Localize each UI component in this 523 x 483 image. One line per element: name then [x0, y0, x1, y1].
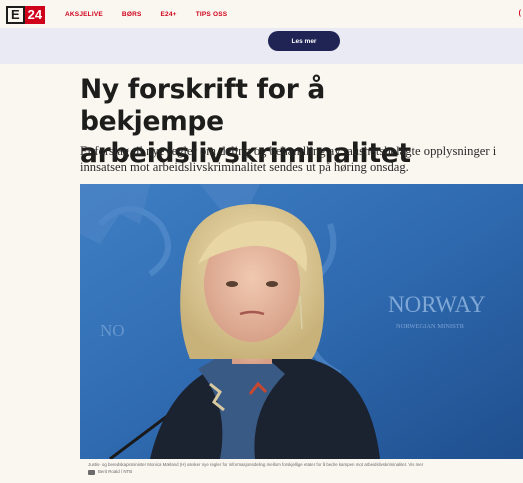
e24-logo[interactable]: E 24: [6, 6, 46, 24]
nav-menu: AKSJELIVE BØRS E24+ TIPS OSS: [65, 11, 227, 18]
nav-item-e24plus[interactable]: E24+: [161, 11, 177, 18]
photo-illustration: NORWAY NORWEGIAN MINISTR NO: [80, 184, 523, 459]
photo-credit: Berit Roald / NTB: [88, 469, 132, 475]
nav-edge-fragment: (: [518, 10, 521, 17]
article-photo[interactable]: NORWAY NORWEGIAN MINISTR NO: [80, 184, 523, 459]
photo-text-norway: NORWAY: [388, 292, 486, 317]
nav-item-aksjelive[interactable]: AKSJELIVE: [65, 11, 103, 18]
read-more-button[interactable]: Les mer: [268, 31, 340, 51]
photo-credit-text: Berit Roald / NTB: [98, 469, 133, 474]
article-lead: Et forslag til nye regler om deling og b…: [80, 144, 497, 174]
photo-text-ministry: NORWEGIAN MINISTR: [396, 323, 465, 330]
top-navigation: E 24 AKSJELIVE BØRS E24+ TIPS OSS (: [0, 0, 523, 30]
promo-banner: Les mer: [0, 28, 523, 64]
photo-text-left: NO: [100, 321, 125, 340]
nav-item-bors[interactable]: BØRS: [122, 11, 142, 18]
article-page: E 24 AKSJELIVE BØRS E24+ TIPS OSS ( Les …: [0, 0, 523, 483]
headline-line-1: Ny forskrift for å: [80, 74, 325, 105]
camera-icon: [88, 469, 95, 475]
logo-e-mark: E: [6, 6, 25, 24]
logo-24-mark: 24: [24, 6, 46, 24]
photo-caption: Justis- og beredskapsminister Monica Mæl…: [88, 462, 424, 467]
nav-item-tips-oss[interactable]: TIPS OSS: [196, 11, 228, 18]
